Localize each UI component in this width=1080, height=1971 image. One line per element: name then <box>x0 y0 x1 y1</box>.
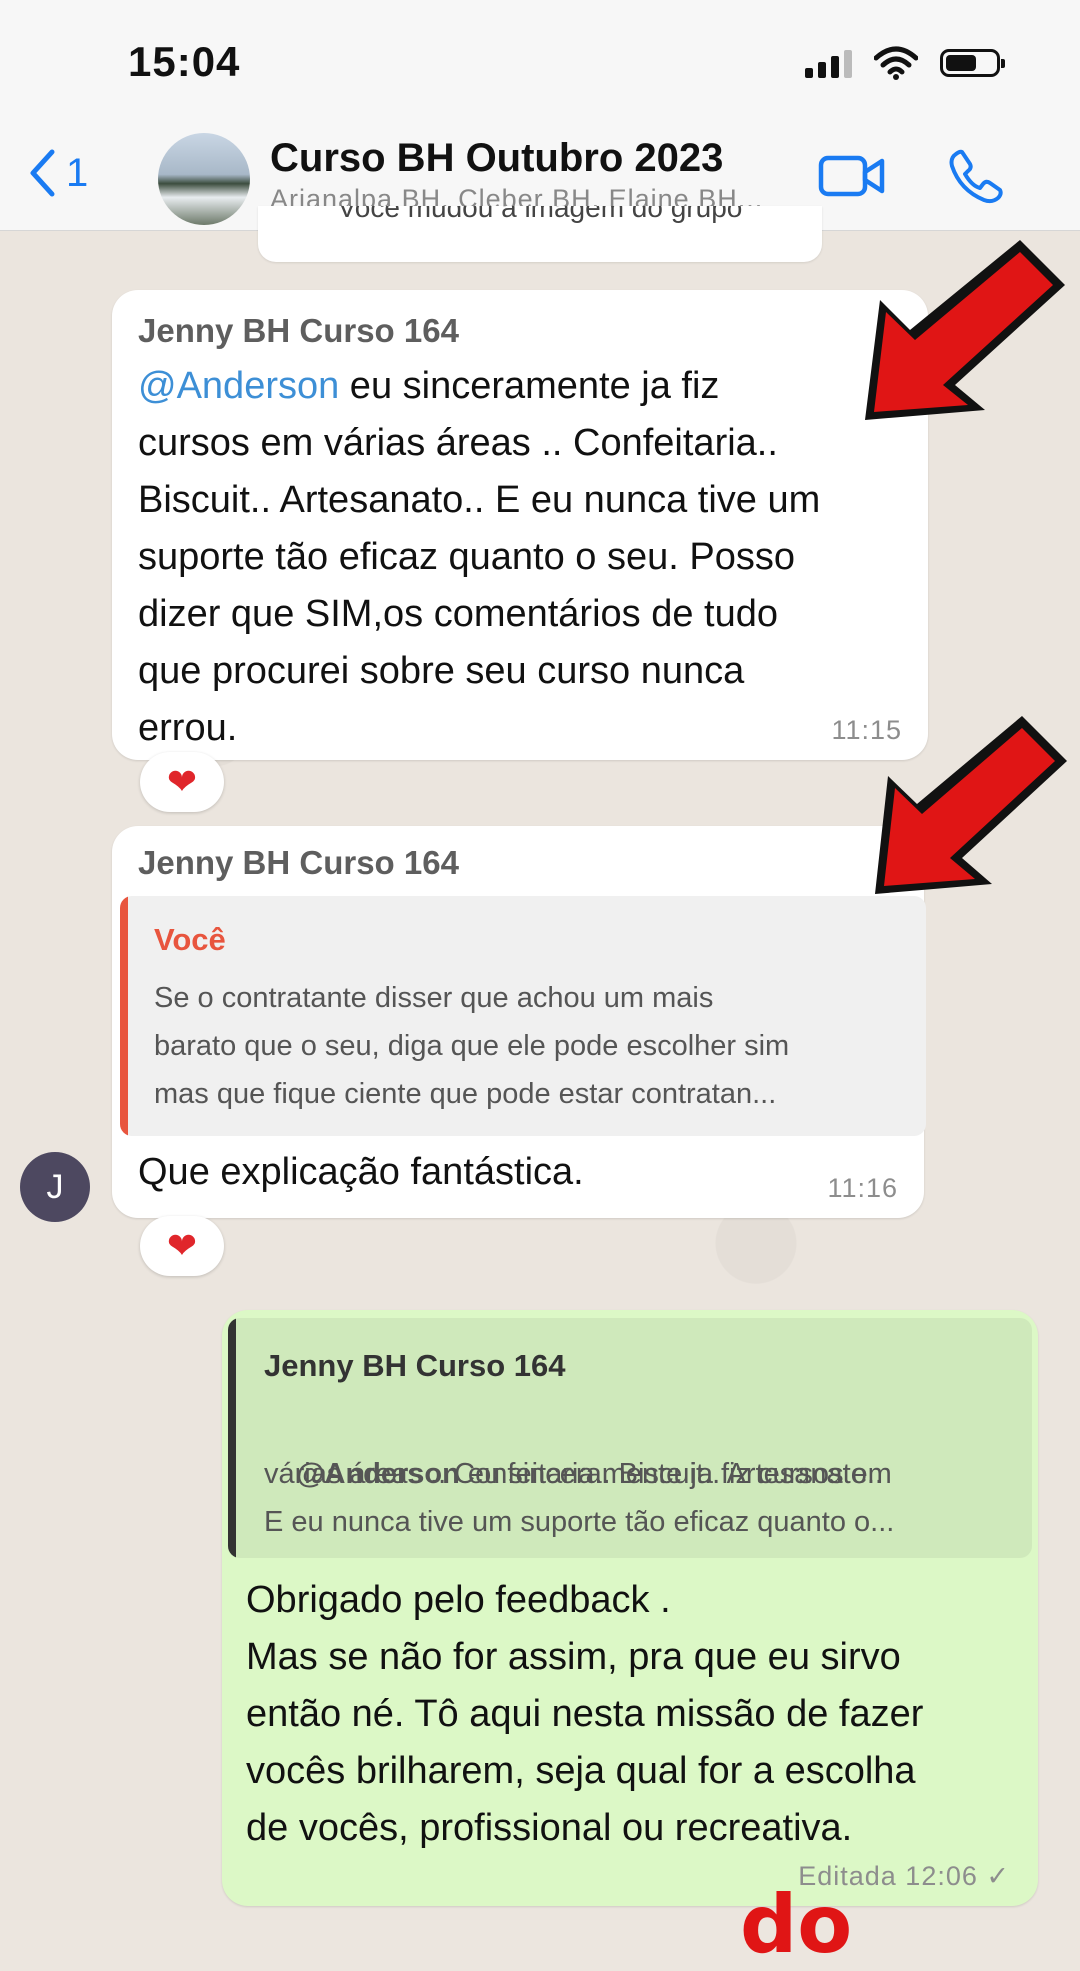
signal-icon <box>805 48 852 78</box>
avatar[interactable]: J <box>20 1152 90 1222</box>
wifi-icon <box>874 46 918 80</box>
red-arrow-icon <box>865 240 1065 420</box>
heart-reaction-icon[interactable]: ❤ <box>140 1216 224 1276</box>
battery-icon <box>940 49 1005 77</box>
chevron-left-icon <box>30 149 55 197</box>
reply-quote[interactable]: Jenny BH Curso 164 @Anderson eu sinceram… <box>228 1318 1032 1558</box>
message-text: Obrigado pelo feedback . Mas se não for … <box>246 1579 924 1849</box>
quote-text: Se o contratante disser que achou um mai… <box>154 982 790 1110</box>
video-call-icon[interactable] <box>818 152 886 200</box>
red-arrow-icon <box>875 716 1067 894</box>
message-bubble[interactable]: Jenny BH Curso 164 @Anderson eu sinceram… <box>112 290 928 760</box>
quote-author: Jenny BH Curso 164 <box>264 1348 566 1383</box>
message-text: Que explicação fantástica. <box>138 1151 584 1193</box>
heart-reaction-icon[interactable]: ❤ <box>140 752 224 812</box>
message-text: eu sinceramente ja fiz <box>339 365 720 407</box>
status-bar: 15:04 <box>0 0 1080 130</box>
unread-count: 1 <box>66 150 89 195</box>
quote-text: várias áreas .. Confeitaria.. Biscuit.. … <box>264 1458 895 1538</box>
status-time: 15:04 <box>128 38 241 85</box>
group-title[interactable]: Curso BH Outubro 2023 <box>270 136 723 181</box>
phone-call-icon[interactable] <box>948 148 1004 204</box>
message-text: cursos em várias áreas .. Confeitaria.. … <box>138 422 821 749</box>
message-time: 11:16 <box>827 1173 898 1203</box>
system-message-text: Você mudou a imagem do grupo <box>337 206 743 223</box>
reply-quote[interactable]: Você Se o contratante disser que achou u… <box>120 896 926 1136</box>
mention-link[interactable]: @Anderson <box>138 365 339 407</box>
sender-name[interactable]: Jenny BH Curso 164 <box>138 844 459 882</box>
quote-author: Você <box>154 922 226 957</box>
back-button[interactable]: 1 <box>28 148 88 198</box>
annotation-text: do <box>740 1878 853 1971</box>
sender-name[interactable]: Jenny BH Curso 164 <box>138 312 459 350</box>
group-avatar[interactable] <box>158 133 250 225</box>
system-message: Você mudou a imagem do grupo <box>258 206 822 262</box>
